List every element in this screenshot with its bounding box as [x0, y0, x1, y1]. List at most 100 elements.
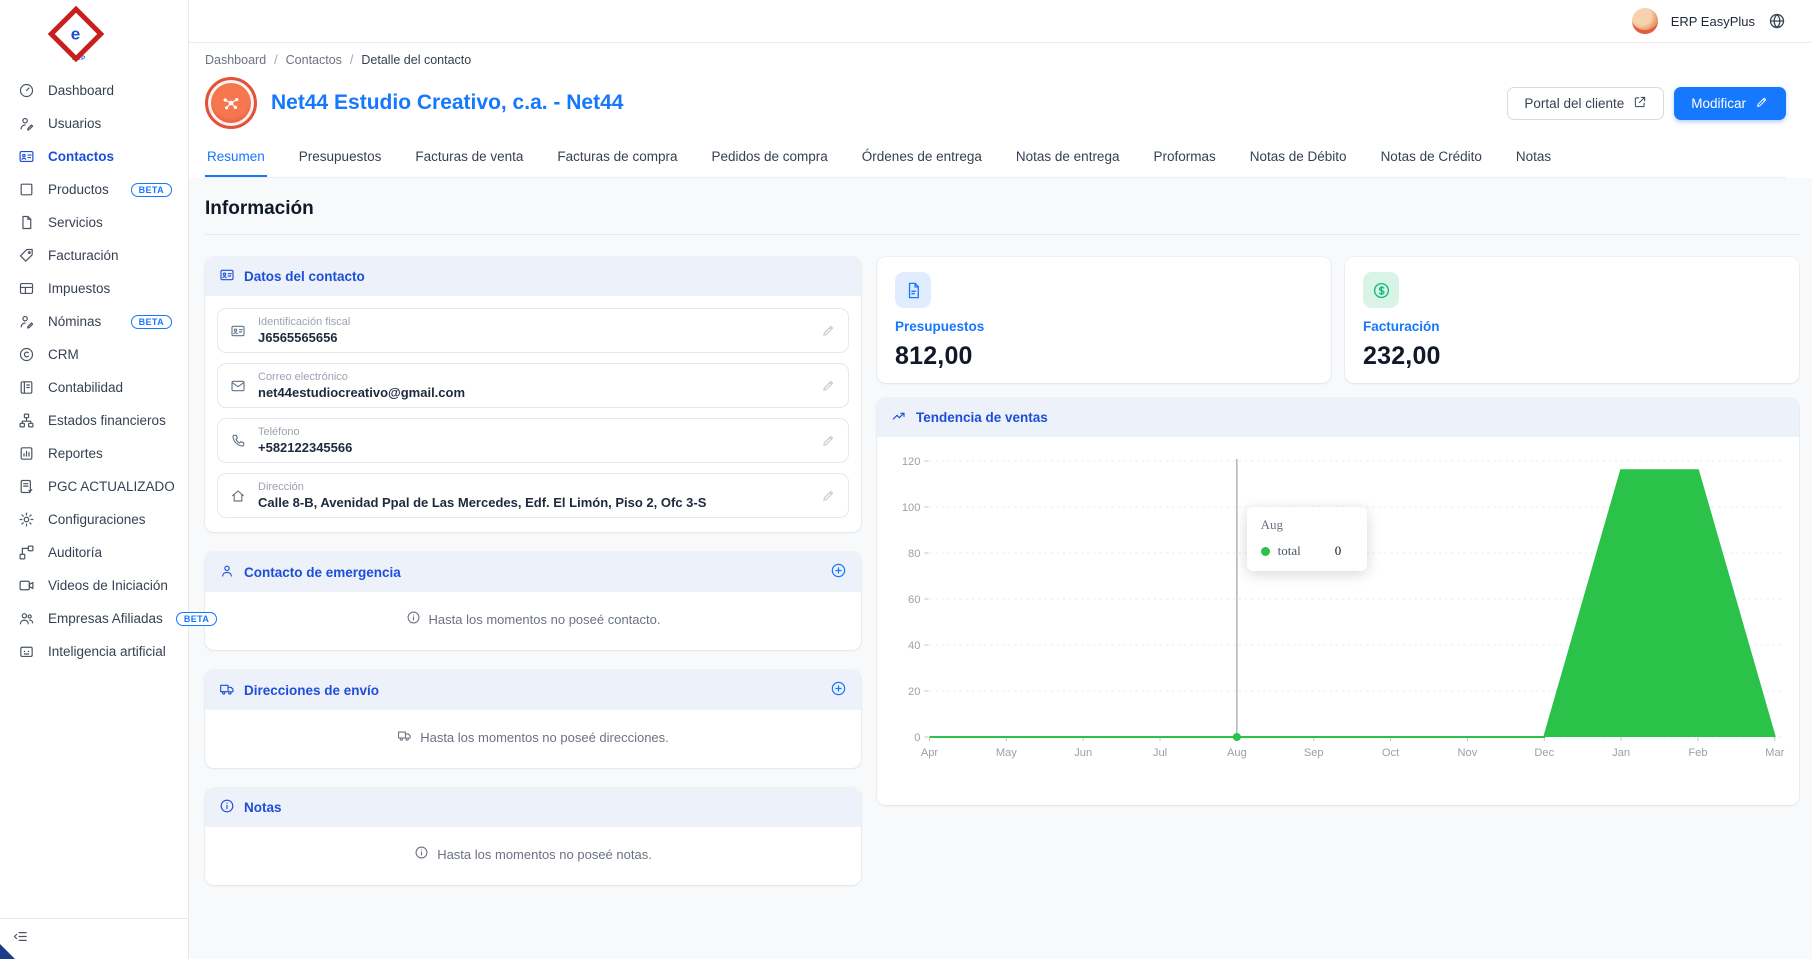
breadcrumb-dashboard[interactable]: Dashboard	[205, 53, 266, 67]
sidebar-item-facturacion[interactable]: Facturación	[12, 239, 178, 272]
id-card-icon	[230, 323, 246, 339]
header-buttons: Portal del cliente Modificar	[1507, 87, 1786, 120]
tab-2[interactable]: Facturas de venta	[413, 141, 525, 177]
sidebar-item-videos-de-iniciacion[interactable]: Videos de Iniciación	[12, 569, 178, 602]
breadcrumb-current: Detalle del contacto	[361, 53, 471, 67]
flow-icon	[18, 544, 35, 561]
box-icon	[18, 181, 35, 198]
globe-icon	[1768, 12, 1786, 30]
sidebar: e ERP DashboardUsuariosContactosProducto…	[0, 0, 189, 959]
info-heading: Información	[205, 198, 1799, 235]
sidebar-item-impuestos[interactable]: Impuestos	[12, 272, 178, 305]
field-correo-electronico[interactable]: Correo electrónico net44estudiocreativo@…	[217, 363, 849, 408]
sidebar-item-productos[interactable]: ProductosBETA	[12, 173, 178, 206]
shipping-addresses-header: Direcciones de envío	[205, 670, 861, 710]
add-shipping-address-button[interactable]	[830, 680, 847, 700]
report-icon	[18, 445, 35, 462]
tab-3[interactable]: Facturas de compra	[555, 141, 679, 177]
stat-card-presupuestos[interactable]: Presupuestos 812,00	[877, 257, 1331, 383]
external-icon	[1633, 95, 1647, 109]
field-direccion[interactable]: Dirección Calle 8-B, Avenidad Ppal de La…	[217, 473, 849, 518]
tab-active-0[interactable]: Resumen	[205, 141, 267, 177]
svg-text:May: May	[996, 747, 1017, 759]
topbar: ERP EasyPlus	[189, 0, 1812, 43]
tab-7[interactable]: Proformas	[1151, 141, 1217, 177]
sidebar-collapse-button[interactable]	[0, 918, 188, 959]
app-logo[interactable]: e ERP	[0, 0, 188, 72]
svg-text:Nov: Nov	[1458, 747, 1478, 759]
sidebar-item-dashboard[interactable]: Dashboard	[12, 74, 178, 107]
field-telefono[interactable]: Teléfono +582122345566	[217, 418, 849, 463]
sidebar-item-reportes[interactable]: Reportes	[12, 437, 178, 470]
user-name[interactable]: ERP EasyPlus	[1671, 14, 1755, 29]
tab-8[interactable]: Notas de Débito	[1248, 141, 1349, 177]
app-root: e ERP DashboardUsuariosContactosProducto…	[0, 0, 1812, 959]
sidebar-item-servicios[interactable]: Servicios	[12, 206, 178, 239]
tab-4[interactable]: Pedidos de compra	[709, 141, 829, 177]
svg-text:Mar: Mar	[1765, 747, 1784, 759]
globe-icon	[1768, 12, 1786, 30]
modificar-button[interactable]: Modificar	[1674, 87, 1786, 120]
external-link-icon	[1633, 95, 1647, 112]
sales-trend-chart[interactable]: 020406080100120AprMayJunJulAugSepOctNovD…	[877, 437, 1799, 805]
ledger-icon	[18, 379, 35, 396]
sidebar-item-usuarios[interactable]: Usuarios	[12, 107, 178, 140]
home-icon	[230, 488, 246, 504]
tab-10[interactable]: Notas	[1514, 141, 1553, 177]
breadcrumb: Dashboard / Contactos / Detalle del cont…	[205, 49, 1786, 77]
notes-card: Notas Hasta los momentos no poseé notas.	[205, 788, 861, 885]
people-icon	[18, 610, 35, 627]
plus-circle-icon	[830, 562, 847, 582]
title-row: Net44 Estudio Creativo, c.a. - Net44 Por…	[205, 77, 1786, 141]
pencil-icon[interactable]	[821, 433, 836, 448]
pencil-icon[interactable]	[821, 323, 836, 338]
page-title: Net44 Estudio Creativo, c.a. - Net44	[271, 91, 623, 115]
pencil-icon[interactable]	[821, 378, 836, 393]
sidebar-item-contabilidad[interactable]: Contabilidad	[12, 371, 178, 404]
corner-ribbon	[0, 944, 15, 959]
sidebar-item-nominas[interactable]: NóminasBETA	[12, 305, 178, 338]
user-avatar[interactable]	[1632, 8, 1658, 34]
tab-1[interactable]: Presupuestos	[297, 141, 384, 177]
sidebar-item-contactos[interactable]: Contactos	[12, 140, 178, 173]
add-emergency-contact-button[interactable]	[830, 562, 847, 582]
breadcrumb-contactos[interactable]: Contactos	[286, 53, 342, 67]
tab-9[interactable]: Notas de Crédito	[1379, 141, 1484, 177]
stats-row: Presupuestos 812,00 Facturación 232,00	[877, 257, 1799, 383]
sidebar-item-configuraciones[interactable]: Configuraciones	[12, 503, 178, 536]
stat-card-facturacion[interactable]: Facturación 232,00	[1345, 257, 1799, 383]
pencil-icon[interactable]	[821, 488, 836, 503]
svg-text:Jan: Jan	[1612, 747, 1630, 759]
svg-text:100: 100	[902, 502, 921, 514]
molecule-icon	[219, 91, 243, 115]
tag-icon	[18, 247, 35, 264]
emergency-contact-card: Contacto de emergencia Hasta los momento…	[205, 552, 861, 650]
sidebar-item-empresas-afiliadas[interactable]: Empresas AfiliadasBETA	[12, 602, 178, 635]
sidebar-item-inteligencia-artificial[interactable]: Inteligencia artificial	[12, 635, 178, 668]
robot-icon	[18, 643, 35, 660]
tab-6[interactable]: Notas de entrega	[1014, 141, 1122, 177]
svg-text:20: 20	[908, 686, 920, 698]
plus-icon	[830, 562, 847, 579]
series-dot-icon	[1261, 547, 1270, 556]
gauge-icon	[18, 82, 35, 99]
sidebar-item-crm[interactable]: CRM	[12, 338, 178, 371]
tooltip-value: 0	[1335, 543, 1342, 559]
info-icon	[406, 610, 421, 625]
info-icon	[414, 845, 429, 860]
tab-bar: Resumen Presupuestos Facturas de venta Fact…	[205, 141, 1786, 178]
field-identificacion-fiscal[interactable]: Identificación fiscal J6565565656	[217, 308, 849, 353]
portal-del-cliente-button[interactable]: Portal del cliente	[1507, 87, 1664, 120]
tab-5[interactable]: Órdenes de entrega	[860, 141, 984, 177]
language-button[interactable]	[1768, 12, 1786, 30]
doc-badge-icon	[18, 478, 35, 495]
emergency-contact-header: Contacto de emergencia	[205, 552, 861, 592]
sidebar-item-auditoria[interactable]: Auditoría	[12, 536, 178, 569]
sidebar-item-pgc-actualizado[interactable]: PGC ACTUALIZADO	[12, 470, 178, 503]
sales-trend-header: Tendencia de ventas	[877, 398, 1799, 437]
note-icon	[18, 214, 35, 231]
trend-up-icon	[891, 408, 907, 427]
sidebar-item-estados-financieros[interactable]: Estados financieros	[12, 404, 178, 437]
video-icon	[18, 577, 35, 594]
notes-empty-state: Hasta los momentos no poseé notas.	[205, 827, 861, 885]
